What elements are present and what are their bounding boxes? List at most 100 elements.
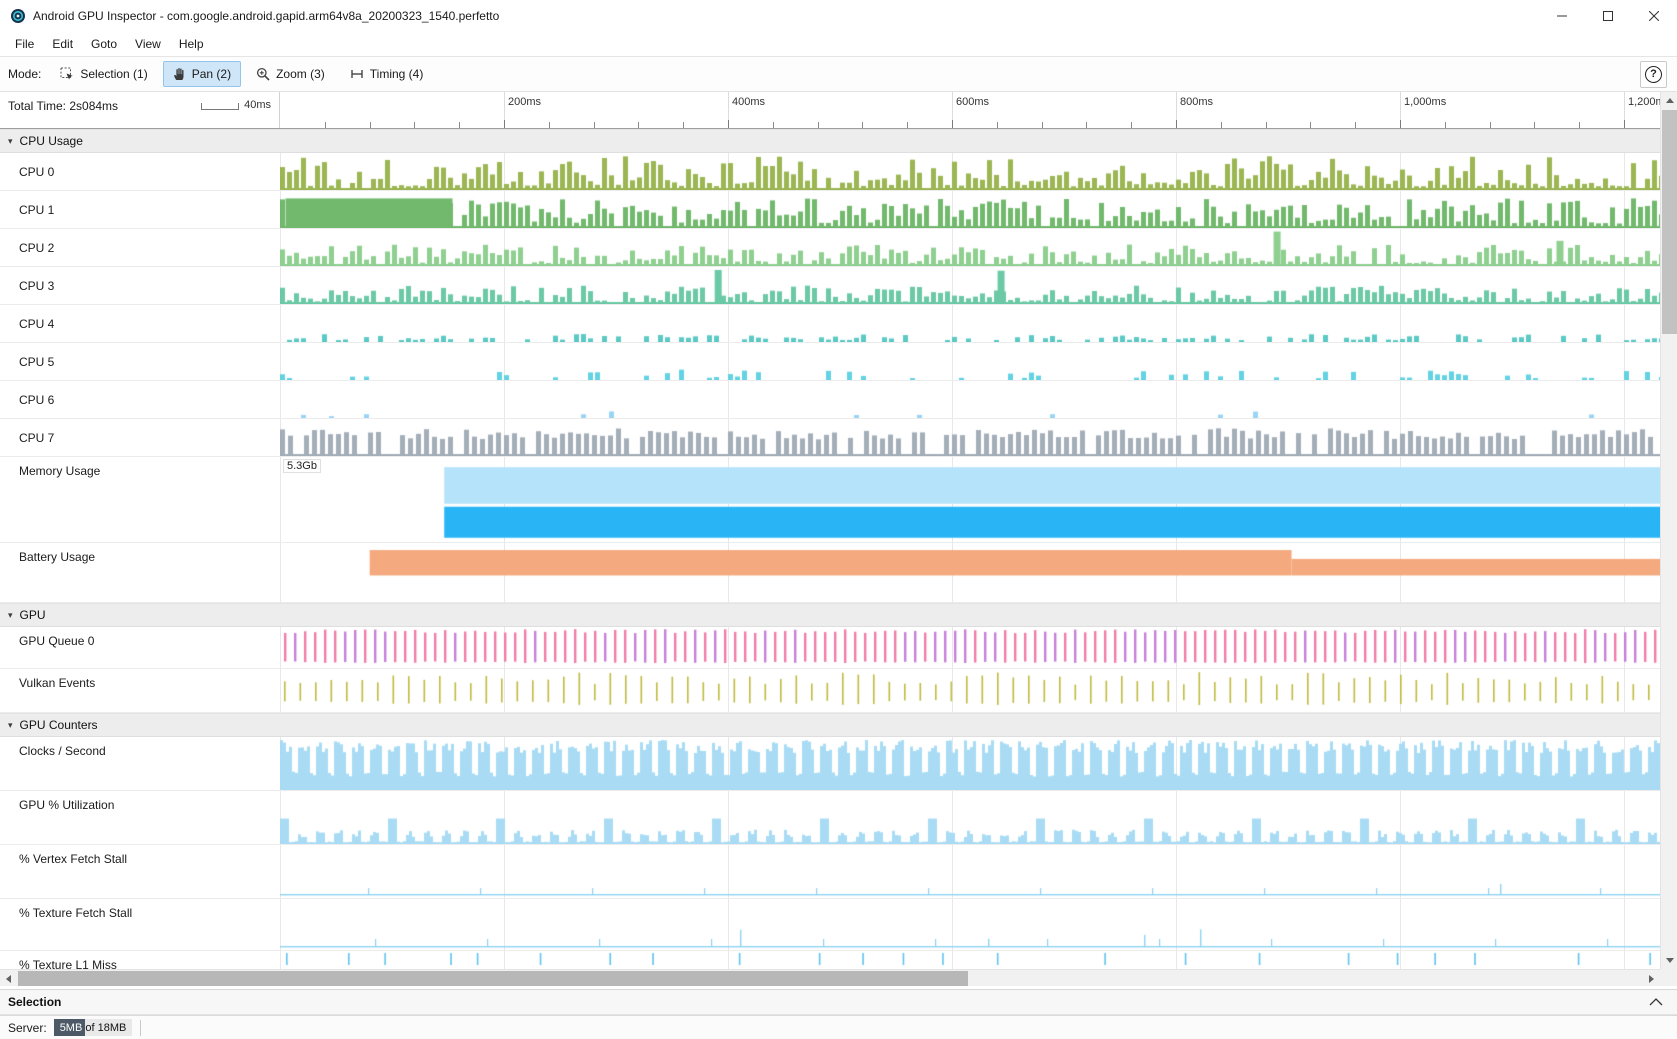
selection-panel-header[interactable]: Selection bbox=[0, 989, 1677, 1015]
collapse-selection-icon[interactable] bbox=[1649, 998, 1663, 1006]
track-canvas-texture-l1-miss[interactable] bbox=[280, 951, 1660, 969]
track-label-cpu-7[interactable]: CPU 7 bbox=[0, 419, 280, 456]
track-chart-area-memory-usage[interactable]: 5.3Gb bbox=[280, 457, 1660, 542]
track-canvas-cpu-6[interactable] bbox=[280, 381, 1660, 418]
track-label-gpu-queue-0[interactable]: GPU Queue 0 bbox=[0, 627, 280, 668]
scroll-down-arrow-icon[interactable] bbox=[1661, 952, 1677, 969]
track-canvas-battery-usage[interactable] bbox=[280, 543, 1660, 602]
track-label-memory-usage[interactable]: Memory Usage bbox=[0, 457, 280, 542]
track-chart-area-gpu-utilization[interactable] bbox=[280, 791, 1660, 844]
help-button[interactable]: ? bbox=[1640, 61, 1667, 88]
scroll-right-arrow-icon[interactable] bbox=[1643, 970, 1660, 987]
track-label-texture-l1-miss[interactable]: % Texture L1 Miss bbox=[0, 951, 280, 969]
track-label-text: Battery Usage bbox=[19, 550, 95, 564]
menu-edit[interactable]: Edit bbox=[43, 33, 82, 55]
track-chart-area-battery-usage[interactable] bbox=[280, 543, 1660, 602]
track-canvas-vertex-fetch-stall[interactable] bbox=[280, 845, 1660, 898]
section-title: GPU bbox=[20, 608, 46, 622]
menu-view[interactable]: View bbox=[126, 33, 170, 55]
track-label-battery-usage[interactable]: Battery Usage bbox=[0, 543, 280, 602]
track-canvas-memory-usage[interactable] bbox=[280, 457, 1660, 542]
track-label-cpu-6[interactable]: CPU 6 bbox=[0, 381, 280, 418]
track-canvas-cpu-4[interactable] bbox=[280, 305, 1660, 342]
tool-timing-4[interactable]: Timing (4) bbox=[340, 61, 434, 87]
track-chart-area-gpu-queue-0[interactable] bbox=[280, 627, 1660, 668]
track-canvas-clocks-second[interactable] bbox=[280, 737, 1660, 790]
ruler-minor-tick bbox=[683, 122, 684, 128]
track-label-texture-fetch-stall[interactable]: % Texture Fetch Stall bbox=[0, 899, 280, 950]
track-row-memory-usage: Memory Usage5.3Gb bbox=[0, 457, 1660, 543]
track-row-texture-fetch-stall: % Texture Fetch Stall bbox=[0, 899, 1660, 951]
track-chart-area-vulkan-events[interactable] bbox=[280, 669, 1660, 712]
track-chart-area-cpu-5[interactable] bbox=[280, 343, 1660, 380]
horizontal-scroll-thumb[interactable] bbox=[18, 971, 968, 986]
track-label-vulkan-events[interactable]: Vulkan Events bbox=[0, 669, 280, 712]
section-header-gpu[interactable]: ▾GPU bbox=[0, 603, 1660, 627]
track-chart-area-texture-l1-miss[interactable] bbox=[280, 951, 1660, 969]
section-header-gpu-counters[interactable]: ▾GPU Counters bbox=[0, 713, 1660, 737]
ruler-minor-tick bbox=[1534, 122, 1535, 128]
track-label-cpu-3[interactable]: CPU 3 bbox=[0, 267, 280, 304]
ruler-minor-tick bbox=[638, 122, 639, 128]
track-chart-area-cpu-0[interactable] bbox=[280, 153, 1660, 190]
maximize-button[interactable] bbox=[1585, 0, 1631, 32]
ruler-minor-tick bbox=[370, 122, 371, 128]
horizontal-scrollbar[interactable] bbox=[0, 969, 1660, 986]
tool-pan-2[interactable]: Pan (2) bbox=[163, 61, 241, 87]
track-canvas-cpu-2[interactable] bbox=[280, 229, 1660, 266]
track-chart-area-cpu-3[interactable] bbox=[280, 267, 1660, 304]
track-chart-area-texture-fetch-stall[interactable] bbox=[280, 899, 1660, 950]
ruler-major-tick bbox=[1624, 120, 1625, 128]
track-chart-area-cpu-1[interactable] bbox=[280, 191, 1660, 228]
track-canvas-cpu-0[interactable] bbox=[280, 153, 1660, 190]
tool-button-label: Zoom (3) bbox=[276, 67, 325, 81]
track-label-vertex-fetch-stall[interactable]: % Vertex Fetch Stall bbox=[0, 845, 280, 898]
track-label-cpu-0[interactable]: CPU 0 bbox=[0, 153, 280, 190]
track-label-clocks-second[interactable]: Clocks / Second bbox=[0, 737, 280, 790]
menu-goto[interactable]: Goto bbox=[82, 33, 126, 55]
track-label-text: % Texture L1 Miss bbox=[19, 958, 117, 969]
tool-selection-1[interactable]: Selection (1) bbox=[50, 61, 157, 87]
statusbar-divider bbox=[140, 1020, 141, 1036]
scroll-up-arrow-icon[interactable] bbox=[1661, 92, 1677, 109]
track-canvas-texture-fetch-stall[interactable] bbox=[280, 899, 1660, 950]
section-title: CPU Usage bbox=[20, 134, 83, 148]
track-row-cpu-3: CPU 3 bbox=[0, 267, 1660, 305]
track-chart-area-cpu-4[interactable] bbox=[280, 305, 1660, 342]
menu-file[interactable]: File bbox=[6, 33, 43, 55]
vertical-scrollbar[interactable] bbox=[1660, 92, 1677, 969]
track-canvas-cpu-3[interactable] bbox=[280, 267, 1660, 304]
track-canvas-vulkan-events[interactable] bbox=[280, 669, 1660, 712]
track-label-text: % Texture Fetch Stall bbox=[19, 906, 132, 920]
section-header-cpu-usage[interactable]: ▾CPU Usage bbox=[0, 129, 1660, 153]
track-label-cpu-2[interactable]: CPU 2 bbox=[0, 229, 280, 266]
vertical-scroll-thumb[interactable] bbox=[1662, 110, 1677, 334]
tool-zoom-3[interactable]: Zoom (3) bbox=[246, 61, 335, 87]
track-chart-area-cpu-2[interactable] bbox=[280, 229, 1660, 266]
track-chart-area-clocks-second[interactable] bbox=[280, 737, 1660, 790]
track-row-texture-l1-miss: % Texture L1 Miss bbox=[0, 951, 1660, 969]
track-label-cpu-5[interactable]: CPU 5 bbox=[0, 343, 280, 380]
track-canvas-cpu-1[interactable] bbox=[280, 191, 1660, 228]
toolbar: Mode: Selection (1)Pan (2)Zoom (3)Timing… bbox=[0, 57, 1677, 92]
track-canvas-gpu-queue-0[interactable] bbox=[280, 627, 1660, 668]
track-label-gpu-utilization[interactable]: GPU % Utilization bbox=[0, 791, 280, 844]
track-label-cpu-4[interactable]: CPU 4 bbox=[0, 305, 280, 342]
track-chart-area-cpu-6[interactable] bbox=[280, 381, 1660, 418]
track-canvas-cpu-5[interactable] bbox=[280, 343, 1660, 380]
track-label-cpu-1[interactable]: CPU 1 bbox=[0, 191, 280, 228]
timeline-ruler[interactable]: 200ms400ms600ms800ms1,000ms1,200ms bbox=[280, 92, 1660, 128]
menu-help[interactable]: Help bbox=[170, 33, 213, 55]
track-chart-area-vertex-fetch-stall[interactable] bbox=[280, 845, 1660, 898]
ruler-time-label: 400ms bbox=[732, 96, 765, 108]
scroll-left-arrow-icon[interactable] bbox=[0, 970, 17, 987]
ruler-minor-tick bbox=[1490, 122, 1491, 128]
close-button[interactable] bbox=[1631, 0, 1677, 32]
ruler-minor-tick bbox=[773, 122, 774, 128]
track-canvas-cpu-7[interactable] bbox=[280, 419, 1660, 456]
track-canvas-gpu-utilization[interactable] bbox=[280, 791, 1660, 844]
track-chart-area-cpu-7[interactable] bbox=[280, 419, 1660, 456]
track-row-cpu-4: CPU 4 bbox=[0, 305, 1660, 343]
minimize-button[interactable] bbox=[1539, 0, 1585, 32]
memory-value-label: 5.3Gb bbox=[283, 459, 321, 473]
